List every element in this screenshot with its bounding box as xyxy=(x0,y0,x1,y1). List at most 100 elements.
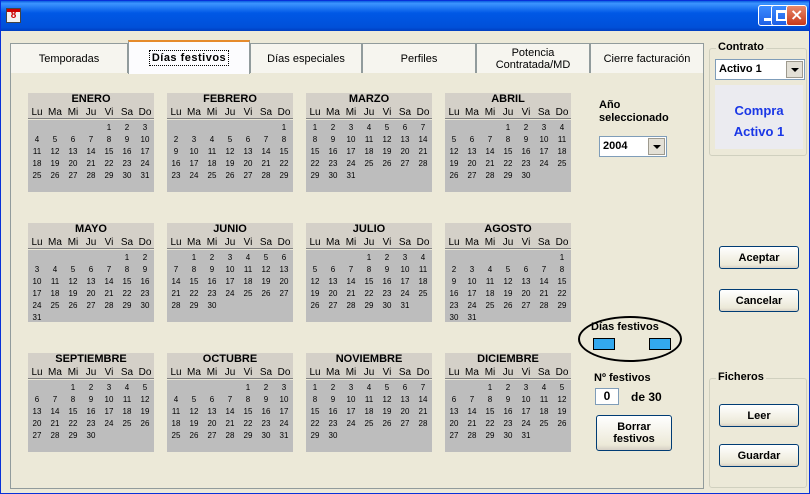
calendar-day[interactable]: 6 xyxy=(445,394,463,405)
calendar-day[interactable]: 27 xyxy=(64,170,82,181)
calendar-day[interactable]: 15 xyxy=(64,406,82,417)
calendar-day[interactable]: 1 xyxy=(100,122,118,133)
calendar-day[interactable]: 23 xyxy=(324,158,342,169)
dropdown-arrow-icon[interactable] xyxy=(648,138,665,155)
calendar-day[interactable]: 19 xyxy=(136,406,154,417)
calendar-day[interactable]: 30 xyxy=(517,170,535,181)
calendar-day[interactable]: 28 xyxy=(342,300,360,311)
calendar-day[interactable]: 12 xyxy=(378,134,396,145)
calendar-day[interactable]: 10 xyxy=(136,134,154,145)
calendar-day[interactable]: 29 xyxy=(306,170,324,181)
calendar-day[interactable]: 29 xyxy=(481,430,499,441)
calendar-day[interactable]: 17 xyxy=(28,288,46,299)
calendar-day[interactable]: 14 xyxy=(257,146,275,157)
calendar-day[interactable]: 21 xyxy=(463,418,481,429)
calendar-day[interactable]: 4 xyxy=(46,264,64,275)
calendar-day[interactable]: 20 xyxy=(28,418,46,429)
calendar-day[interactable]: 10 xyxy=(221,264,239,275)
calendar-day[interactable]: 15 xyxy=(118,276,136,287)
calendar-day[interactable]: 9 xyxy=(82,394,100,405)
calendar-day[interactable]: 5 xyxy=(553,382,571,393)
calendar-day[interactable]: 29 xyxy=(239,430,257,441)
calendar-day[interactable]: 7 xyxy=(167,264,185,275)
calendar-day[interactable]: 14 xyxy=(46,406,64,417)
calendar-day[interactable]: 28 xyxy=(535,300,553,311)
calendar-day[interactable]: 4 xyxy=(203,134,221,145)
calendar-day[interactable]: 16 xyxy=(517,146,535,157)
calendar-day[interactable]: 9 xyxy=(499,394,517,405)
calendar-day[interactable]: 18 xyxy=(360,146,378,157)
calendar-day[interactable]: 18 xyxy=(481,288,499,299)
calendar-day[interactable]: 2 xyxy=(499,382,517,393)
calendar-day[interactable]: 17 xyxy=(342,146,360,157)
calendar-day[interactable]: 11 xyxy=(360,394,378,405)
calendar-day[interactable]: 21 xyxy=(342,288,360,299)
calendar-day[interactable]: 12 xyxy=(136,394,154,405)
calendar-day[interactable]: 4 xyxy=(167,394,185,405)
calendar-day[interactable]: 9 xyxy=(257,394,275,405)
calendar-day[interactable]: 8 xyxy=(481,394,499,405)
calendar-day[interactable]: 19 xyxy=(553,406,571,417)
calendar-day[interactable]: 31 xyxy=(396,300,414,311)
calendar-day[interactable]: 28 xyxy=(46,430,64,441)
calendar-day[interactable]: 4 xyxy=(553,122,571,133)
calendar-day[interactable]: 4 xyxy=(481,264,499,275)
calendar-day[interactable]: 23 xyxy=(445,300,463,311)
calendar-day[interactable]: 31 xyxy=(275,430,293,441)
calendar-day[interactable]: 21 xyxy=(414,406,432,417)
calendar-day[interactable]: 13 xyxy=(396,394,414,405)
calendar-day[interactable]: 10 xyxy=(342,134,360,145)
calendar-day[interactable]: 2 xyxy=(82,382,100,393)
calendar-day[interactable]: 19 xyxy=(445,158,463,169)
calendar-day[interactable]: 27 xyxy=(82,300,100,311)
calendar-day[interactable]: 10 xyxy=(342,394,360,405)
calendar-day[interactable]: 7 xyxy=(82,134,100,145)
calendar-day[interactable]: 1 xyxy=(239,382,257,393)
calendar-day[interactable]: 19 xyxy=(378,146,396,157)
calendar-day[interactable]: 23 xyxy=(136,288,154,299)
calendar-day[interactable]: 20 xyxy=(463,158,481,169)
calendar-day[interactable]: 30 xyxy=(203,300,221,311)
calendar-day[interactable]: 20 xyxy=(517,288,535,299)
calendar-day[interactable]: 3 xyxy=(28,264,46,275)
calendar-day[interactable]: 9 xyxy=(324,134,342,145)
calendar-day[interactable]: 10 xyxy=(517,394,535,405)
calendar-day[interactable]: 23 xyxy=(257,418,275,429)
calendar-day[interactable]: 28 xyxy=(414,158,432,169)
calendar-day[interactable]: 11 xyxy=(118,394,136,405)
calendar-day[interactable]: 25 xyxy=(360,418,378,429)
calendar-day[interactable]: 5 xyxy=(64,264,82,275)
calendar-day[interactable]: 30 xyxy=(499,430,517,441)
calendar-day[interactable]: 8 xyxy=(553,264,571,275)
calendar-day[interactable]: 6 xyxy=(463,134,481,145)
calendar-day[interactable]: 22 xyxy=(275,158,293,169)
calendar-day[interactable]: 21 xyxy=(481,158,499,169)
calendar-day[interactable]: 8 xyxy=(185,264,203,275)
calendar-day[interactable]: 21 xyxy=(221,418,239,429)
calendar-day[interactable]: 20 xyxy=(203,418,221,429)
calendar-day[interactable]: 4 xyxy=(360,122,378,133)
calendar-day[interactable]: 11 xyxy=(46,276,64,287)
calendar-day[interactable]: 11 xyxy=(203,146,221,157)
calendar-day[interactable]: 10 xyxy=(396,264,414,275)
calendar-day[interactable]: 22 xyxy=(306,158,324,169)
calendar-day[interactable]: 16 xyxy=(118,146,136,157)
calendar-day[interactable]: 23 xyxy=(517,158,535,169)
calendar-day[interactable]: 3 xyxy=(535,122,553,133)
calendar-day[interactable]: 2 xyxy=(324,382,342,393)
calendar-day[interactable]: 4 xyxy=(239,252,257,263)
tab-dias-especiales[interactable]: Días especiales xyxy=(250,43,362,73)
calendar-day[interactable]: 13 xyxy=(239,146,257,157)
calendar-day[interactable]: 2 xyxy=(257,382,275,393)
calendar-day[interactable]: 25 xyxy=(414,288,432,299)
calendar-day[interactable]: 22 xyxy=(185,288,203,299)
calendar-day[interactable]: 19 xyxy=(257,276,275,287)
calendar-day[interactable]: 13 xyxy=(445,406,463,417)
calendar-day[interactable]: 11 xyxy=(239,264,257,275)
calendar-day[interactable]: 7 xyxy=(535,264,553,275)
calendar-day[interactable]: 9 xyxy=(324,394,342,405)
calendar-day[interactable]: 1 xyxy=(64,382,82,393)
calendar-day[interactable]: 31 xyxy=(463,312,481,323)
calendar-day[interactable]: 14 xyxy=(100,276,118,287)
calendar-day[interactable]: 14 xyxy=(463,406,481,417)
